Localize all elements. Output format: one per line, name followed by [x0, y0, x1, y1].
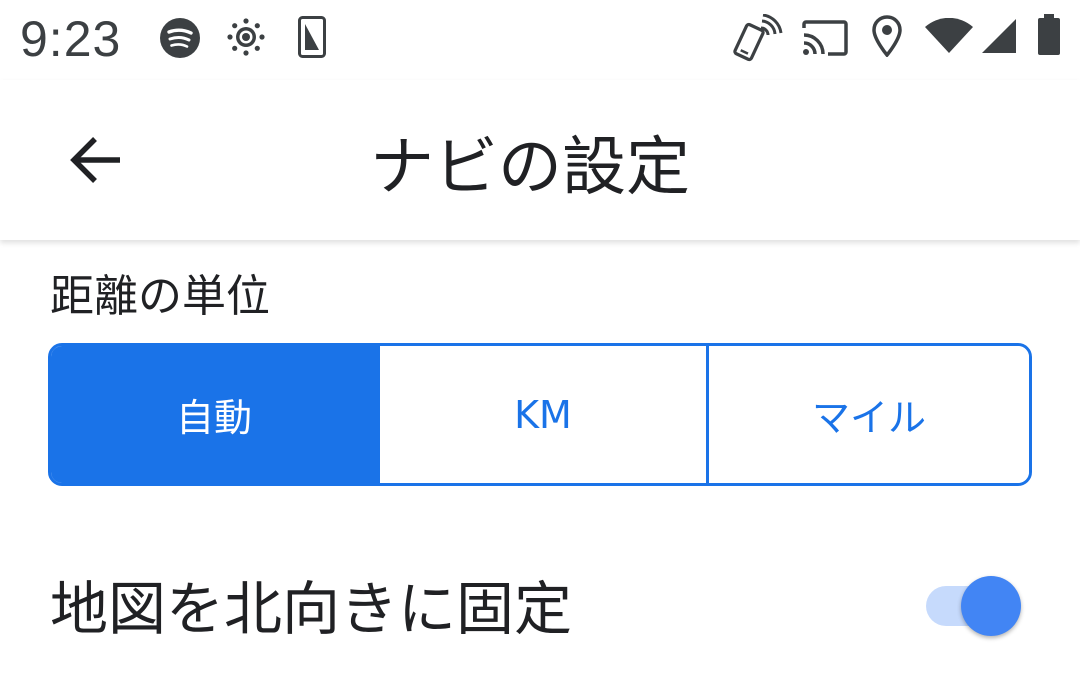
distance-unit-option-mile[interactable]: マイル [706, 346, 1029, 483]
nfc-phone-icon [733, 14, 783, 62]
wifi-icon [925, 18, 973, 53]
distance-unit-option-auto[interactable]: 自動 [51, 346, 377, 483]
settings-content: 距離の単位 自動 KM マイル 地図を北向きに固定 [0, 240, 1080, 688]
page-title: ナビの設定 [370, 131, 690, 205]
status-time: 9:23 [20, 11, 122, 67]
status-bar: 9:23 [0, 0, 1080, 80]
battery-icon [1038, 14, 1060, 55]
distance-unit-selector: 自動 KM マイル [48, 343, 1032, 486]
arrow-back-icon [70, 137, 120, 183]
location-icon [872, 15, 902, 57]
app-bar: ナビの設定 [0, 80, 1080, 240]
spotify-icon [160, 18, 200, 58]
north-up-toggle[interactable] [926, 573, 1026, 639]
distance-unit-label: 距離の単位 [50, 271, 270, 322]
cast-icon [802, 20, 848, 56]
signal-icon [982, 19, 1016, 53]
north-up-label: 地図を北向きに固定 [50, 575, 573, 643]
brightness-icon [227, 18, 265, 56]
back-button[interactable] [56, 120, 136, 200]
north-up-setting-row[interactable]: 地図を北向きに固定 [0, 540, 1080, 660]
distance-unit-option-km[interactable]: KM [377, 346, 706, 483]
toggle-thumb [961, 576, 1021, 636]
screenshot-icon [298, 16, 326, 58]
